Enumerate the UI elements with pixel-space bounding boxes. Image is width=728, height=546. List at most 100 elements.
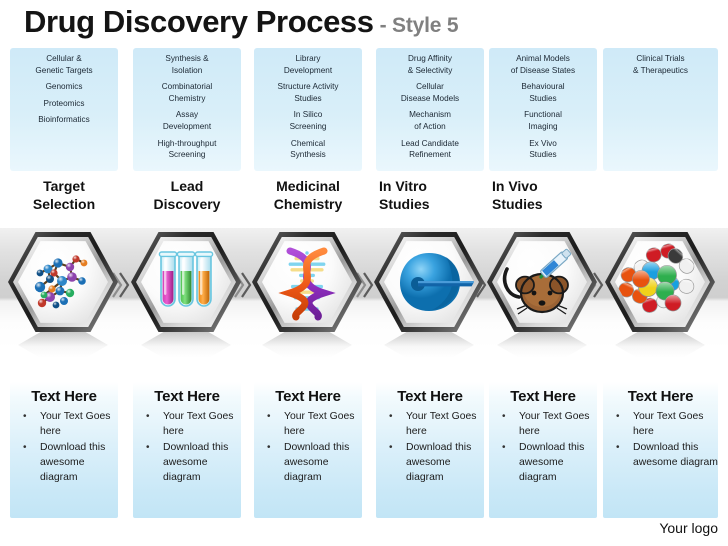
- top-panel-line: Genomics: [45, 82, 83, 92]
- top-panel-group: Assay Development: [135, 109, 239, 132]
- bottom-panel-6: Text Here • Your Text Goes here • Download t…: [603, 382, 718, 518]
- top-panel-group: Cellular & Genetic Targets: [12, 53, 116, 76]
- top-panel-group: Ex Vivo Studies: [491, 138, 595, 161]
- top-panel-line: Chemical: [290, 138, 326, 148]
- title-main-text: Drug Discovery Process: [24, 4, 374, 39]
- top-panel-3: Library Development Structure Activity Stud…: [254, 48, 362, 171]
- top-panel-2: Synthesis & Isolation Combinatorial Chemist…: [133, 48, 241, 171]
- list-item: • Download this awesome diagram: [133, 440, 241, 486]
- bullet-icon: •: [616, 441, 620, 453]
- list-item-text: Download this awesome diagram: [519, 441, 585, 484]
- slide-canvas: Drug Discovery Process - Style 5 Cellular…: [0, 0, 728, 546]
- hexagon-3[interactable]: [252, 232, 362, 358]
- top-panel-group: Structure Activity Studies: [256, 81, 360, 104]
- stage-title-line-2: Studies: [379, 195, 430, 212]
- top-panel-line: Behavioural: [521, 82, 565, 92]
- stage-title-5: In Vivo Studies: [492, 178, 600, 213]
- stage-title-line-1: Target: [43, 178, 85, 194]
- top-panel-group: Mechanism of Action: [378, 109, 482, 132]
- top-panel-line: & Therapeutics: [633, 65, 688, 75]
- bottom-panel-list: • Your Text Goes here • Download this aweso…: [133, 409, 241, 485]
- bottom-panel-list: • Your Text Goes here • Download this aweso…: [10, 409, 118, 485]
- bullet-icon: •: [146, 411, 150, 422]
- top-panel-group: In Silico Screening: [256, 109, 360, 132]
- list-item-text: Your Text Goes here: [406, 411, 477, 438]
- top-panel-group: Combinatorial Chemistry: [135, 81, 239, 104]
- bullet-icon: •: [616, 411, 620, 422]
- stage-title-line-2: Selection: [32, 195, 96, 212]
- bottom-panel-5: Text Here • Your Text Goes here • Download t…: [489, 382, 597, 518]
- list-item: • Download this awesome diagram: [10, 440, 118, 486]
- hexagon-band-lower-fill: [0, 350, 728, 382]
- top-panel-line: Functional: [524, 110, 562, 120]
- top-panel-line: Chemistry: [168, 93, 206, 103]
- stage-title-3: Medicinal Chemistry: [254, 178, 362, 213]
- bullet-icon: •: [502, 441, 506, 453]
- hexagon-5[interactable]: [487, 232, 597, 358]
- list-item-text: Download this awesome diagram: [163, 441, 229, 484]
- top-panel-6: Clinical Trials & Therapeutics: [603, 48, 718, 171]
- list-item: • Your Text Goes here: [603, 409, 718, 440]
- stage-title-line-1: In Vitro: [379, 178, 427, 194]
- list-item-text: Download this awesome diagram: [40, 441, 106, 484]
- top-panel-line: Library: [295, 54, 321, 63]
- top-panel-1: Cellular & Genetic Targets Genomics Proteom…: [10, 48, 118, 171]
- stage-title-1: Target Selection: [10, 178, 118, 213]
- top-panel-line: Lead Candidate: [401, 138, 459, 148]
- bottom-panel-1: Text Here • Your Text Goes here • Download t…: [10, 382, 118, 518]
- list-item-text: Your Text Goes here: [163, 411, 234, 438]
- list-item-text: Your Text Goes here: [519, 411, 590, 438]
- hexagon-4[interactable]: [374, 232, 484, 358]
- top-panel-line: Genetic Targets: [35, 65, 93, 75]
- bullet-icon: •: [389, 441, 393, 453]
- list-item-text: Download this awesome diagram: [406, 441, 472, 484]
- bullet-icon: •: [267, 441, 271, 453]
- top-panel-line: Synthesis &: [165, 54, 209, 63]
- bottom-panel-heading: Text Here: [31, 388, 97, 405]
- bottom-panel-list: • Your Text Goes here • Download this aweso…: [603, 409, 718, 470]
- top-panel-group: Synthesis & Isolation: [135, 53, 239, 76]
- stage-title-line-2: Studies: [492, 195, 543, 212]
- list-item: • Download this awesome diagram: [489, 440, 597, 486]
- bottom-panel-heading: Text Here: [510, 388, 576, 405]
- list-item: • Your Text Goes here: [133, 409, 241, 440]
- bullet-icon: •: [23, 441, 27, 453]
- top-panel-group: Animal Models of Disease States: [491, 53, 595, 76]
- top-panel-group: High-throughput Screening: [135, 138, 239, 161]
- title-subtitle-text: - Style 5: [379, 14, 459, 37]
- bottom-panel-3: Text Here • Your Text Goes here • Download t…: [254, 382, 362, 518]
- bullet-icon: •: [23, 411, 27, 422]
- top-panel-line: Refinement: [409, 150, 451, 160]
- top-panel-group: Clinical Trials & Therapeutics: [605, 53, 716, 76]
- stage-title-4: In Vitro Studies: [379, 178, 487, 213]
- bottom-panel-heading: Text Here: [627, 388, 694, 405]
- top-panel-line: Studies: [529, 93, 557, 103]
- hexagon-6[interactable]: [605, 232, 715, 358]
- top-panel-line: Studies: [294, 93, 322, 103]
- bullet-icon: •: [502, 411, 506, 422]
- top-panel-line: Animal Models: [516, 54, 570, 63]
- stage-title-line-2: Discovery: [153, 195, 221, 212]
- top-panel-line: & Selectivity: [407, 65, 453, 75]
- hexagon-2[interactable]: [131, 232, 241, 358]
- logo-placeholder: Your logo: [659, 520, 718, 536]
- list-item: • Your Text Goes here: [376, 409, 484, 440]
- top-panel-line: In Silico: [293, 110, 323, 120]
- top-panel-line: High-throughput: [157, 138, 217, 148]
- top-panel-group: Functional Imaging: [491, 109, 595, 132]
- top-panel-group: Chemical Synthesis: [256, 138, 360, 161]
- top-panel-line: Development: [283, 65, 333, 75]
- list-item-text: Your Text Goes here: [284, 411, 355, 438]
- top-panel-line: Structure Activity: [277, 82, 339, 92]
- list-item-text: Your Text Goes here: [633, 411, 704, 438]
- bottom-panel-heading: Text Here: [275, 388, 341, 405]
- stage-title-line-1: Lead: [170, 178, 204, 194]
- top-panel-group: Bioinformatics: [12, 114, 116, 126]
- top-panel-line: Clinical Trials: [636, 54, 685, 63]
- hexagon-1[interactable]: [8, 232, 118, 358]
- top-panel-line: Synthesis: [290, 150, 326, 160]
- bullet-icon: •: [146, 441, 150, 453]
- list-item: • Download this awesome diagram: [254, 440, 362, 486]
- top-panel-group: Library Development: [256, 53, 360, 76]
- list-item: • Your Text Goes here: [489, 409, 597, 440]
